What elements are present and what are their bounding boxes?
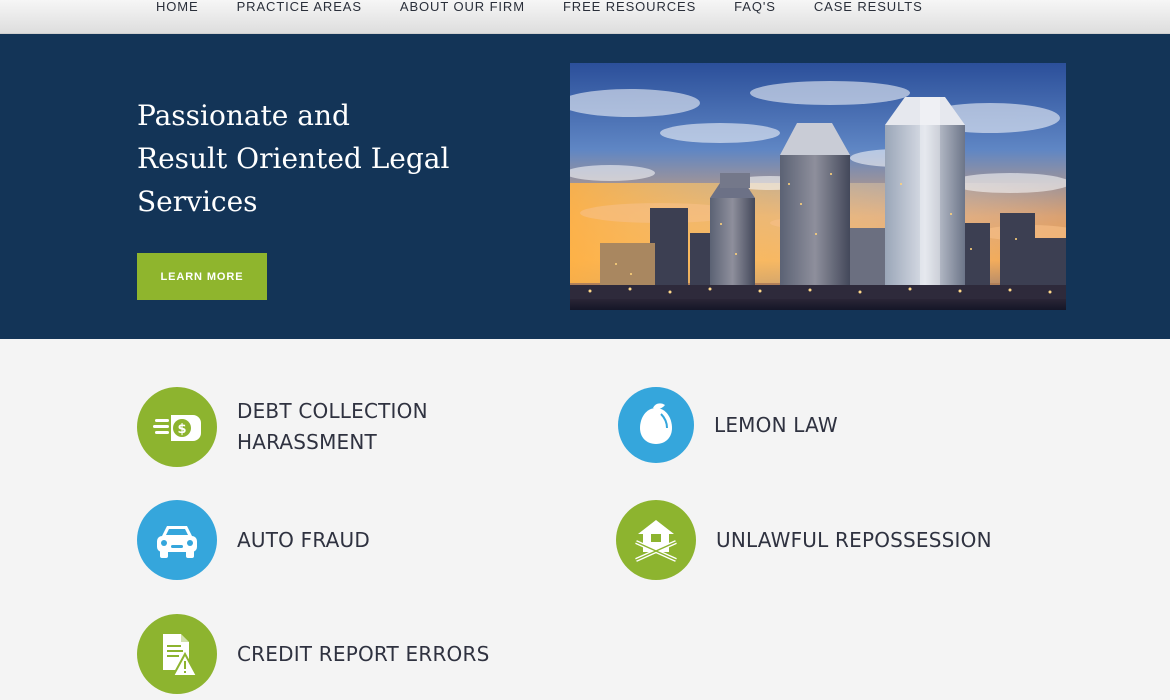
practice-area-auto-fraud[interactable]: AUTO FRAUD <box>137 500 370 580</box>
city-skyline-photo <box>570 63 1066 310</box>
practice-area-credit-report-errors[interactable]: CREDIT REPORT ERRORS <box>137 614 490 694</box>
nav-item-case-results[interactable]: CASE RESULTS <box>814 0 923 14</box>
nav-item-free-resources[interactable]: FREE RESOURCES <box>563 0 696 14</box>
top-navigation: HOME PRACTICE AREAS ABOUT OUR FIRM FREE … <box>0 0 1170 34</box>
practice-area-label-line: DEBT COLLECTION <box>237 399 428 423</box>
nav-item-home[interactable]: HOME <box>156 0 199 14</box>
document-warning-icon <box>137 614 217 694</box>
practice-area-label: UNLAWFUL REPOSSESSION <box>716 525 992 556</box>
practice-area-label: CREDIT REPORT ERRORS <box>237 639 490 670</box>
nav-item-practice-areas[interactable]: PRACTICE AREAS <box>237 0 362 14</box>
practice-area-label-line: CREDIT REPORT ERRORS <box>237 641 490 666</box>
hero-title: Passionate and Result Oriented Legal Ser… <box>137 94 467 223</box>
learn-more-button[interactable]: LEARN MORE <box>137 253 267 300</box>
house-repossession-icon <box>616 500 696 580</box>
practice-area-debt-collection[interactable]: $ DEBT COLLECTION HARASSMENT <box>137 387 428 467</box>
hero-banner: Passionate and Result Oriented Legal Ser… <box>0 34 1170 339</box>
practice-area-unlawful-repossession[interactable]: UNLAWFUL REPOSSESSION <box>616 500 992 580</box>
svg-text:$: $ <box>177 422 186 437</box>
practice-area-label: AUTO FRAUD <box>237 525 370 556</box>
nav-item-about-our-firm[interactable]: ABOUT OUR FIRM <box>400 0 525 14</box>
practice-area-label: LEMON LAW <box>714 410 838 441</box>
practice-area-label-line: HARASSMENT <box>237 430 377 454</box>
money-hand-icon: $ <box>137 387 217 467</box>
hero-title-line: Result Oriented Legal <box>137 142 450 175</box>
nav-item-faqs[interactable]: FAQ'S <box>734 0 776 14</box>
practice-area-label-line: UNLAWFUL REPOSSESSION <box>716 527 992 552</box>
lemon-icon <box>618 387 694 463</box>
nav-menu: HOME PRACTICE AREAS ABOUT OUR FIRM FREE … <box>156 0 961 14</box>
hero-title-line: Passionate and <box>137 99 350 132</box>
practice-area-label-line: LEMON LAW <box>714 412 838 437</box>
practice-area-label: DEBT COLLECTION HARASSMENT <box>237 396 428 458</box>
hero-title-line: Services <box>137 185 258 218</box>
practice-areas-section: $ DEBT COLLECTION HARASSMENT LEMON LAW A… <box>0 339 1170 700</box>
practice-area-label-line: AUTO FRAUD <box>237 527 370 552</box>
practice-area-lemon-law[interactable]: LEMON LAW <box>618 387 838 463</box>
car-icon <box>137 500 217 580</box>
